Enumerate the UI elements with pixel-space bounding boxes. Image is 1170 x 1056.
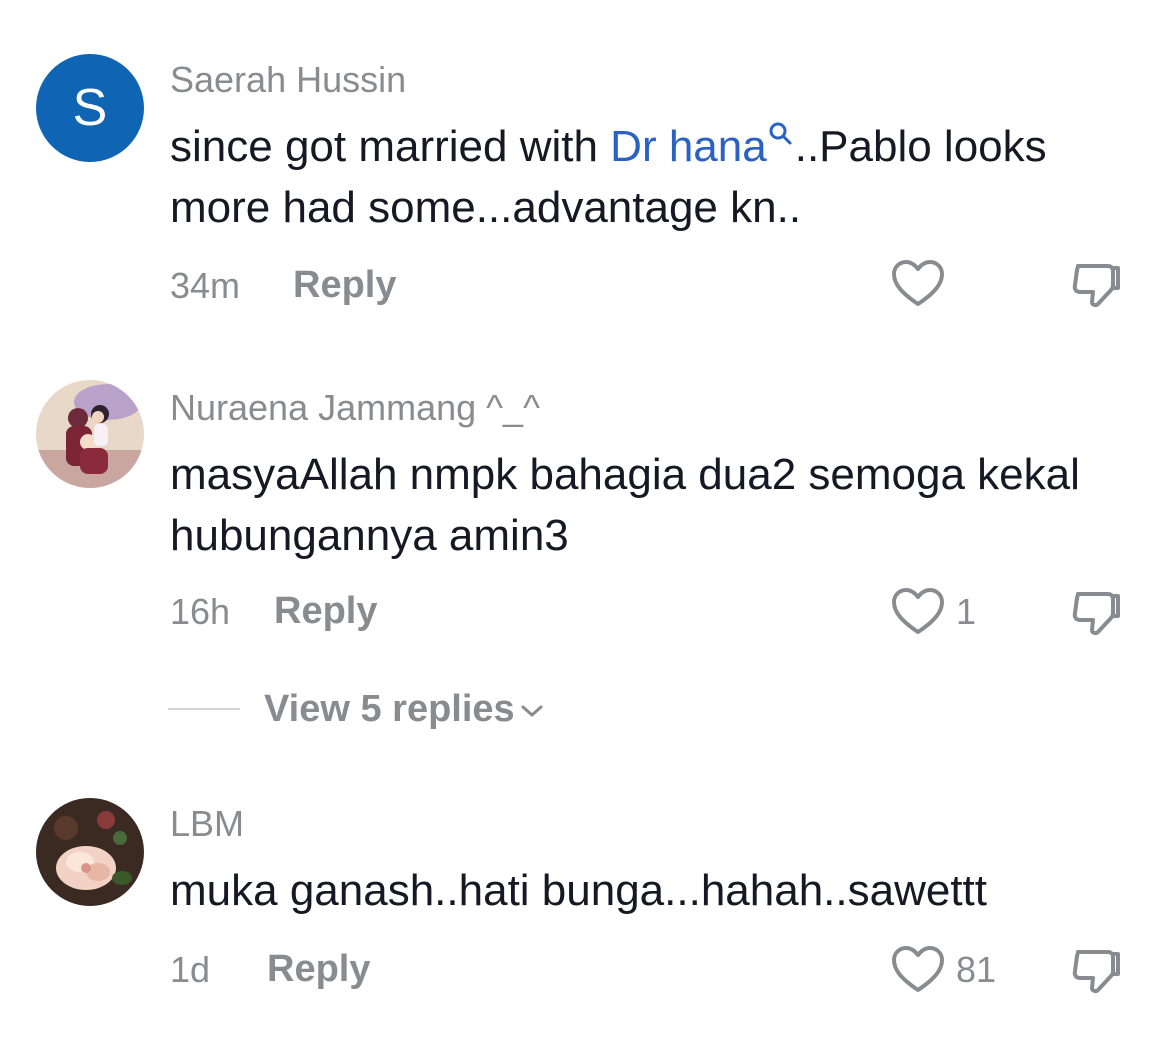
comment-text: muka ganash..hati bunga...hahah..sawettt [170, 866, 988, 915]
heart-outline-icon[interactable] [890, 944, 946, 996]
avatar-letter: S [72, 79, 108, 137]
mention-label: Dr hana [610, 122, 767, 171]
avatar[interactable] [36, 798, 144, 906]
avatar[interactable]: S [36, 54, 144, 162]
view-replies-label: View 5 replies [264, 688, 515, 730]
comment-time: 16h [170, 591, 231, 632]
heart-outline-icon[interactable] [890, 586, 946, 638]
like-count: 81 [956, 949, 997, 990]
comment-text-part: since got married with [170, 122, 611, 171]
comment-username[interactable]: Nuraena Jammang ^_^ [170, 390, 540, 426]
view-replies-button[interactable]: View 5 replies [264, 690, 545, 728]
thumbs-down-outline-icon[interactable] [1068, 586, 1124, 638]
comment-time: 34m [170, 265, 241, 306]
avatar[interactable] [36, 380, 144, 488]
like-count: 1 [956, 591, 977, 632]
comment-time: 1d [170, 949, 211, 990]
comment-text: since got married with Dr hana ..Pablo lo… [170, 116, 1130, 238]
search-icon [769, 122, 792, 145]
comment-username[interactable]: Saerah Hussin [170, 62, 406, 98]
thumbs-down-outline-icon[interactable] [1068, 944, 1124, 996]
view-replies-divider [168, 708, 240, 710]
reply-button[interactable]: Reply [267, 950, 370, 988]
comment-text: masyaAllah nmpk bahagia dua2 semoga keka… [170, 450, 1080, 560]
reply-button[interactable]: Reply [274, 592, 377, 630]
thumbs-down-outline-icon[interactable] [1068, 258, 1124, 310]
reply-button[interactable]: Reply [293, 266, 396, 304]
mention-link[interactable]: Dr hana [610, 122, 795, 171]
avatar-photo [36, 380, 144, 488]
heart-outline-icon[interactable] [890, 258, 946, 310]
comment-username[interactable]: LBM [170, 806, 244, 842]
chevron-down-icon [521, 705, 543, 717]
avatar-photo [36, 798, 144, 906]
